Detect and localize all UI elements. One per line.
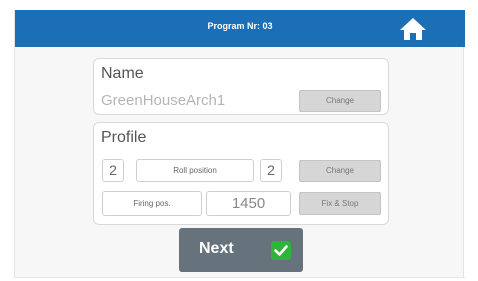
name-card: Name GreenHouseArch1 Change xyxy=(93,58,389,115)
profile-right-count: 2 xyxy=(260,159,282,182)
profile-title: Profile xyxy=(101,129,147,146)
home-icon xyxy=(400,18,426,40)
next-button[interactable]: Next xyxy=(179,228,303,272)
roll-position-label: Roll position xyxy=(136,159,254,182)
check-icon xyxy=(271,241,291,260)
page-title: Program Nr: 03 xyxy=(207,21,273,31)
program-name-value: GreenHouseArch1 xyxy=(101,92,226,109)
next-label: Next xyxy=(199,240,234,257)
profile-card: Profile 2 Roll position 2 Change Firing … xyxy=(93,122,389,225)
name-title: Name xyxy=(101,65,144,82)
bottom-divider xyxy=(15,277,465,278)
firing-position-label: Firing pos. xyxy=(102,191,202,216)
change-profile-button[interactable]: Change xyxy=(299,160,381,182)
profile-left-count: 2 xyxy=(102,159,124,182)
header-bar: Program Nr: 03 xyxy=(15,10,465,47)
fix-and-stop-button[interactable]: Fix & Stop xyxy=(299,192,381,215)
change-name-button[interactable]: Change xyxy=(299,90,381,112)
program-screen: Program Nr: 03 Name GreenHouseArch1 Chan… xyxy=(14,10,465,278)
home-button[interactable] xyxy=(399,16,427,42)
firing-position-value[interactable]: 1450 xyxy=(206,191,291,216)
